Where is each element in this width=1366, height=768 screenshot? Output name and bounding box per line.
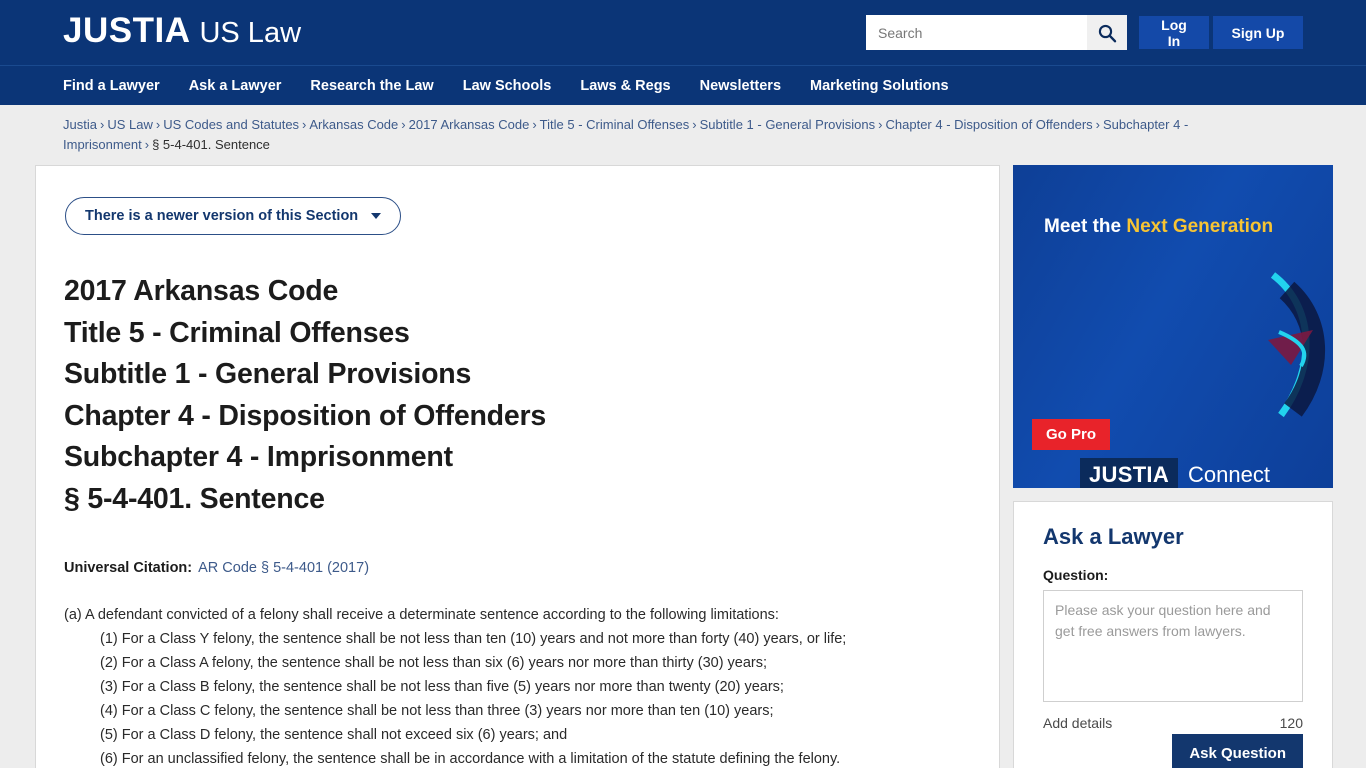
breadcrumb-item[interactable]: 2017 Arkansas Code — [409, 117, 530, 132]
newer-version-label: There is a newer version of this Section — [85, 208, 359, 224]
search-input[interactable] — [866, 15, 1087, 50]
page-title-line: § 5-4-401. Sentence — [64, 482, 325, 515]
page-body: There is a newer version of this Section… — [0, 155, 1366, 768]
breadcrumb-separator: › — [155, 117, 161, 132]
breadcrumb-item[interactable]: Arkansas Code — [309, 117, 398, 132]
page-title-line: Subchapter 4 - Imprisonment — [64, 441, 453, 473]
breadcrumb-separator: › — [99, 117, 105, 132]
page-title-line: Subtitle 1 - General Provisions — [64, 358, 472, 390]
main-navigation: Find a Lawyer Ask a Lawyer Research the … — [0, 65, 1366, 105]
signup-button[interactable]: Sign Up — [1213, 16, 1303, 49]
statute-paragraph: (5) For a Class D felony, the sentence s… — [100, 727, 568, 743]
ask-question-button[interactable]: Ask Question — [1172, 734, 1303, 768]
statute-paragraph: (a) A defendant convicted of a felony sh… — [64, 607, 779, 623]
chevron-down-icon — [371, 213, 382, 219]
ask-a-lawyer-title: Ask a Lawyer — [1043, 524, 1184, 549]
breadcrumb-separator: › — [878, 117, 883, 132]
citation-link[interactable]: AR Code § 5-4-401 (2017) — [198, 560, 369, 576]
statute-paragraph: (4) For a Class C felony, the sentence s… — [100, 703, 774, 719]
ad-headline-highlight: Next Generation — [1126, 216, 1274, 237]
nav-item-research-the-law[interactable]: Research the Law — [310, 78, 433, 94]
go-pro-button[interactable]: Go Pro — [1032, 419, 1111, 450]
breadcrumb-separator: › — [144, 137, 150, 152]
page-title-line: 2017 Arkansas Code — [64, 275, 339, 307]
ad-connect-label: Connect — [1188, 462, 1270, 487]
breadcrumb-separator: › — [692, 117, 697, 132]
nav-item-ask-a-lawyer[interactable]: Ask a Lawyer — [189, 78, 282, 94]
page-title: 2017 Arkansas Code Title 5 - Criminal Off… — [64, 271, 971, 520]
nav-item-law-schools[interactable]: Law Schools — [463, 78, 552, 94]
ad-headline-plain: Meet the — [1044, 216, 1127, 237]
statute-paragraph: (3) For a Class B felony, the sentence s… — [100, 679, 784, 695]
breadcrumb-item[interactable]: Justia — [63, 117, 97, 132]
site-header: JUSTIA US Law Log In Sign Up — [0, 0, 1366, 65]
breadcrumb: Justia › US Law › US Codes and Statutes › Arka… — [0, 105, 1310, 155]
nav-item-laws-and-regs[interactable]: Laws & Regs — [580, 78, 670, 94]
universal-citation: Universal Citation: AR Code § 5-4-401 (2… — [64, 560, 971, 576]
breadcrumb-separator: › — [401, 117, 406, 132]
statute-paragraph: (2) For a Class A felony, the sentence s… — [100, 655, 768, 671]
newer-version-button[interactable]: There is a newer version of this Section — [65, 197, 402, 235]
ad-justia-logo: JUSTIA — [1080, 458, 1179, 488]
nav-item-marketing-solutions[interactable]: Marketing Solutions — [810, 78, 949, 94]
statute-body: (a) A defendant convicted of a felony sh… — [64, 603, 971, 768]
justia-connect-ad[interactable]: Meet the Next Generation JUSTIA Connect … — [1013, 165, 1333, 488]
breadcrumb-separator: › — [532, 117, 537, 132]
ad-logo-row: JUSTIA Connect — [1080, 458, 1270, 488]
statute-paragraph: (1) For a Class Y felony, the sentence s… — [100, 631, 847, 647]
main-content-card: There is a newer version of this Section… — [35, 165, 1000, 768]
logo-uslaw-text: US Law — [199, 17, 302, 49]
breadcrumb-separator: › — [302, 117, 307, 132]
page-title-line: Title 5 - Criminal Offenses — [64, 316, 410, 349]
search-submit-button[interactable] — [1087, 15, 1127, 50]
login-button[interactable]: Log In — [1139, 16, 1209, 49]
add-details-link[interactable]: Add details — [1043, 715, 1112, 731]
question-label: Question: — [1043, 567, 1109, 583]
ask-a-lawyer-widget: Ask a Lawyer Question: Add details 120 A… — [1013, 501, 1333, 768]
breadcrumb-item[interactable]: US Law — [107, 117, 153, 132]
search-icon — [1098, 24, 1117, 42]
breadcrumb-item[interactable]: Subtitle 1 - General Provisions — [700, 117, 876, 132]
statute-paragraph: (6) For an unclassified felony, the sent… — [100, 751, 841, 767]
breadcrumb-item[interactable]: US Codes and Statutes — [163, 117, 299, 132]
logo-justia-text: JUSTIA — [63, 11, 191, 50]
breadcrumb-item: § 5-4-401. Sentence — [152, 137, 270, 152]
question-textarea[interactable] — [1043, 590, 1303, 702]
character-count: 120 — [1279, 715, 1303, 731]
page-title-line: Chapter 4 - Disposition of Offenders — [64, 399, 547, 432]
search-box[interactable] — [866, 15, 1127, 50]
breadcrumb-item[interactable]: Chapter 4 - Disposition of Offenders — [886, 117, 1093, 132]
ad-headline: Meet the Next Generation — [1044, 216, 1273, 238]
nav-item-newsletters[interactable]: Newsletters — [700, 78, 781, 94]
ad-abstract-graphic — [1268, 272, 1326, 418]
ask-meta-row: Add details 120 — [1043, 715, 1303, 731]
right-sidebar: Meet the Next Generation JUSTIA Connect … — [1013, 165, 1333, 768]
breadcrumb-item[interactable]: Title 5 - Criminal Offenses — [540, 117, 690, 132]
citation-label: Universal Citation: — [64, 560, 193, 576]
site-logo[interactable]: JUSTIA US Law — [63, 13, 301, 48]
nav-item-find-a-lawyer[interactable]: Find a Lawyer — [63, 78, 160, 94]
breadcrumb-separator: › — [1095, 117, 1100, 132]
